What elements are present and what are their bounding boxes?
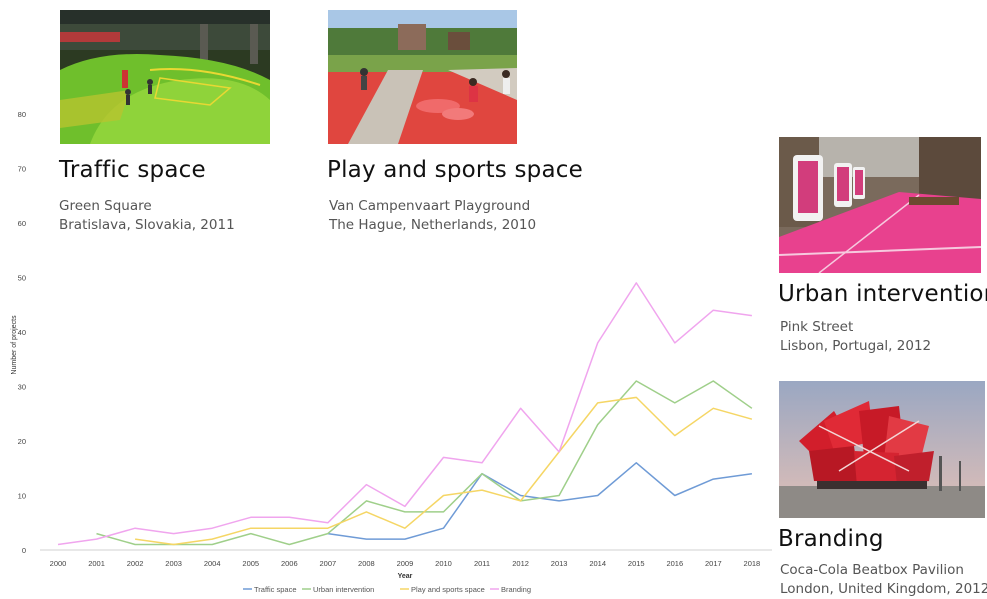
caption-place-traffic: Green Square (59, 198, 152, 214)
caption-place-branding: Coca-Cola Beatbox Pavilion (780, 562, 964, 578)
series-line-traffic-space (327, 462, 753, 540)
y-axis-ticks: 0 10 20 30 40 50 60 70 80 (18, 110, 26, 555)
series-line-play-and-sports-space (134, 396, 753, 546)
x-tick-label: 2018 (744, 559, 761, 568)
y-axis-label: Number of projects (11, 315, 18, 375)
x-tick-label: 2014 (589, 559, 606, 568)
photo-branding (779, 381, 985, 518)
x-tick-label: 2016 (666, 559, 683, 568)
x-tick-label: 2007 (320, 559, 337, 568)
caption-location-urban: Lisbon, Portugal, 2012 (780, 338, 932, 354)
x-tick-label: 2000 (50, 559, 67, 568)
y-tick-label: 40 (18, 328, 26, 337)
x-axis-ticks: 2000 2001 2002 2003 2004 2005 2006 2007 2008 2009… (50, 559, 761, 568)
legend-label: Branding (501, 585, 531, 594)
x-tick-label: 2011 (474, 559, 490, 568)
x-tick-label: 2008 (358, 559, 375, 568)
photo-play-sports-space (328, 10, 517, 144)
caption-location-traffic: Bratislava, Slovakia, 2011 (59, 217, 235, 233)
x-tick-label: 2006 (281, 559, 298, 568)
y-tick-label: 60 (18, 219, 26, 228)
legend-label: Traffic space (254, 585, 297, 594)
y-tick-label: 10 (18, 492, 26, 501)
series-line-branding (57, 282, 753, 546)
legend-label: Play and sports space (411, 585, 485, 594)
photo-urban-intervention (779, 137, 981, 273)
caption-location-branding: London, United Kingdom, 2012 (780, 581, 987, 597)
legend-item: Branding (490, 585, 531, 594)
legend-item: Traffic space (243, 585, 297, 594)
caption-title-traffic: Traffic space (59, 157, 206, 183)
x-tick-label: 2002 (127, 559, 144, 568)
photo-traffic-space (60, 10, 270, 144)
caption-place-play: Van Campenvaart Playground (329, 198, 531, 214)
caption-title-play: Play and sports space (327, 157, 583, 183)
x-tick-label: 2003 (165, 559, 182, 568)
y-tick-label: 50 (18, 274, 26, 283)
legend-item: Play and sports space (400, 585, 485, 594)
y-tick-label: 20 (18, 437, 26, 446)
x-axis-label: Year (398, 573, 413, 580)
y-tick-label: 30 (18, 383, 26, 392)
y-tick-label: 70 (18, 165, 26, 174)
x-tick-label: 2009 (397, 559, 414, 568)
x-tick-label: 2010 (435, 559, 452, 568)
caption-location-play: The Hague, Netherlands, 2010 (329, 217, 537, 233)
legend-label: Urban intervention (313, 585, 374, 594)
x-tick-label: 2013 (551, 559, 568, 568)
series-lines (57, 282, 753, 546)
caption-title-branding: Branding (778, 526, 884, 552)
x-tick-label: 2005 (242, 559, 259, 568)
caption-place-urban: Pink Street (780, 319, 854, 335)
x-tick-label: 2012 (512, 559, 529, 568)
y-tick-label: 0 (22, 546, 26, 555)
y-tick-label: 80 (18, 110, 26, 119)
x-tick-label: 2004 (204, 559, 221, 568)
x-tick-label: 2015 (628, 559, 645, 568)
series-line-urban-intervention (96, 380, 753, 546)
legend: Traffic space Urban intervention Play and … (243, 585, 531, 594)
x-tick-label: 2001 (88, 559, 105, 568)
x-tick-label: 2017 (705, 559, 722, 568)
legend-item: Urban intervention (302, 585, 374, 594)
caption-title-urban: Urban intervention (778, 281, 987, 307)
